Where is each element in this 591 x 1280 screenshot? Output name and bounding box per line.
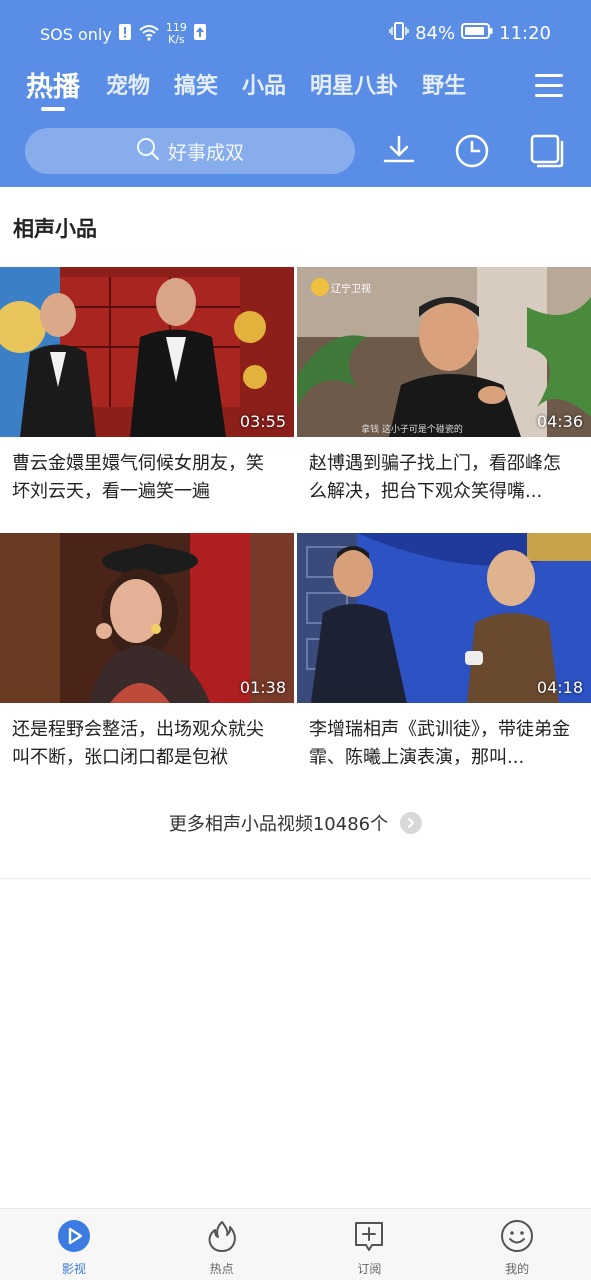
nav-label: 热点 [209, 1262, 234, 1276]
net-speed: 119 K/s [166, 22, 187, 46]
tab-wild[interactable]: 野生 [422, 68, 466, 100]
smiley-icon [500, 1219, 534, 1256]
alert-icon [118, 23, 132, 45]
video-card[interactable]: 辽宁卫视 拿钱 这小子可是个碰瓷的 04:36 赵博遇到骗子找上门，看邵峰怎么解… [297, 267, 591, 506]
video-duration: 01:38 [239, 678, 286, 697]
bottom-nav: 影视 热点 订阅 我的 [0, 1208, 591, 1280]
vibrate-icon [389, 22, 409, 45]
search-icon [136, 137, 160, 166]
nav-item-hot[interactable]: 热点 [148, 1209, 296, 1280]
top-header: SOS only 119 K/s 84% 11:20 热播 宠物 搞笑 小品 明… [0, 0, 591, 187]
video-duration: 03:55 [239, 412, 286, 431]
video-title[interactable]: 李增瑞相声《武训徒》，带徒弟金霏、陈曦上演表演，那叫... [297, 716, 591, 772]
more-videos-link[interactable]: 更多相声小品视频10486个 [0, 810, 591, 836]
nav-item-subscribe[interactable]: 订阅 [296, 1209, 444, 1280]
nav-item-me[interactable]: 我的 [443, 1209, 591, 1280]
download-icon[interactable] [381, 133, 417, 169]
channel-logo: 辽宁卫视 [331, 284, 371, 295]
tab-pets[interactable]: 宠物 [106, 68, 150, 100]
menu-icon[interactable] [535, 74, 563, 98]
search-bar[interactable]: 好事成双 [25, 128, 355, 174]
flame-icon [205, 1219, 239, 1256]
video-card[interactable]: 01:38 还是程野会整活，出场观众就尖叫不断，张口闭口都是包袱 [0, 533, 294, 772]
upload-icon [193, 23, 207, 45]
video-duration: 04:36 [536, 412, 583, 431]
nav-item-videos[interactable]: 影视 [0, 1209, 148, 1280]
wifi-icon [138, 23, 160, 45]
multi-window-icon[interactable] [529, 133, 565, 169]
video-title[interactable]: 赵博遇到骗子找上门，看邵峰怎么解决，把台下观众笑得嘴... [297, 450, 591, 506]
status-bar: SOS only 119 K/s 84% 11:20 [0, 0, 591, 66]
video-thumbnail[interactable]: 01:38 [0, 533, 294, 703]
nav-label: 我的 [505, 1262, 530, 1276]
tab-funny[interactable]: 搞笑 [174, 68, 218, 100]
video-card[interactable]: 03:55 曹云金嬛里嬛气伺候女朋友，笑坏刘云天，看一遍笑一遍 [0, 267, 294, 506]
tab-sketch[interactable]: 小品 [242, 68, 286, 100]
video-thumbnail[interactable]: 03:55 [0, 267, 294, 437]
chevron-right-icon [400, 812, 423, 834]
section-title: 相声小品 [13, 217, 97, 241]
subscribe-plus-icon [352, 1219, 386, 1256]
video-title[interactable]: 曹云金嬛里嬛气伺候女朋友，笑坏刘云天，看一遍笑一遍 [0, 450, 294, 506]
tab-celebrity-gossip[interactable]: 明星八卦 [310, 68, 398, 100]
nav-label: 影视 [61, 1262, 86, 1276]
video-title[interactable]: 还是程野会整活，出场观众就尖叫不断，张口闭口都是包袱 [0, 716, 294, 772]
net-speed-unit: K/s [168, 33, 185, 46]
tab-hot[interactable]: 热播 [26, 65, 80, 111]
video-caption: 拿钱 这小子可是个碰瓷的 [361, 425, 463, 435]
play-circle-icon [57, 1219, 91, 1256]
carrier-label: SOS only [40, 24, 112, 44]
video-card[interactable]: 04:18 李增瑞相声《武训徒》，带徒弟金霏、陈曦上演表演，那叫... [297, 533, 591, 772]
category-tabs: 热播 宠物 搞笑 小品 明星八卦 野生 [26, 68, 546, 116]
clock-time: 11:20 [499, 23, 551, 44]
battery-icon [461, 22, 493, 45]
video-thumbnail[interactable]: 辽宁卫视 拿钱 这小子可是个碰瓷的 04:36 [297, 267, 591, 437]
history-clock-icon[interactable] [454, 133, 490, 169]
search-placeholder: 好事成双 [167, 141, 244, 164]
section-divider [0, 878, 591, 879]
video-duration: 04:18 [536, 678, 583, 697]
more-videos-label: 更多相声小品视频10486个 [168, 814, 389, 835]
video-thumbnail[interactable]: 04:18 [297, 533, 591, 703]
battery-percent: 84% [415, 23, 456, 44]
nav-label: 订阅 [357, 1262, 382, 1276]
